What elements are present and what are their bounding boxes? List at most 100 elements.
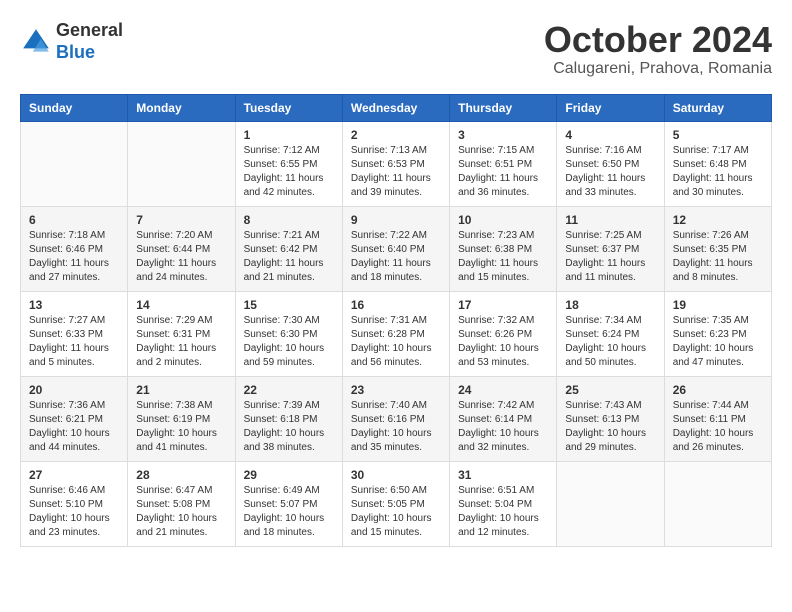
day-number: 22 xyxy=(244,383,334,397)
calendar-cell: 9 Sunrise: 7:22 AM Sunset: 6:40 PM Daylig… xyxy=(342,206,449,291)
cell-content: Sunrise: 6:46 AM Sunset: 5:10 PM Dayligh… xyxy=(29,484,119,540)
day-number: 6 xyxy=(29,213,119,227)
calendar-cell: 19 Sunrise: 7:35 AM Sunset: 6:23 PM Dayli… xyxy=(664,291,771,376)
day-number: 21 xyxy=(136,383,226,397)
calendar-week-row: 20 Sunrise: 7:36 AM Sunset: 6:21 PM Dayli… xyxy=(21,376,772,461)
calendar-cell: 10 Sunrise: 7:23 AM Sunset: 6:38 PM Dayli… xyxy=(450,206,557,291)
calendar-cell: 16 Sunrise: 7:31 AM Sunset: 6:28 PM Dayli… xyxy=(342,291,449,376)
calendar-cell: 24 Sunrise: 7:42 AM Sunset: 6:14 PM Dayli… xyxy=(450,376,557,461)
day-number: 19 xyxy=(673,298,763,312)
cell-content: Sunrise: 7:38 AM Sunset: 6:19 PM Dayligh… xyxy=(136,399,226,455)
calendar-cell: 14Sunrise: 7:29 AM Sunset: 6:31 PM Dayli… xyxy=(128,291,235,376)
calendar-cell xyxy=(664,461,771,546)
calendar-cell: 1Sunrise: 7:12 AM Sunset: 6:55 PM Daylig… xyxy=(235,121,342,206)
day-number: 28 xyxy=(136,468,226,482)
day-number: 30 xyxy=(351,468,441,482)
cell-content: Sunrise: 7:30 AM Sunset: 6:30 PM Dayligh… xyxy=(244,314,334,370)
calendar-table: SundayMondayTuesdayWednesdayThursdayFrid… xyxy=(20,94,772,547)
calendar-week-row: 1Sunrise: 7:12 AM Sunset: 6:55 PM Daylig… xyxy=(21,121,772,206)
day-number: 17 xyxy=(458,298,548,312)
calendar-cell: 25 Sunrise: 7:43 AM Sunset: 6:13 PM Dayli… xyxy=(557,376,664,461)
logo: General Blue xyxy=(20,20,123,63)
calendar-cell: 18Sunrise: 7:34 AM Sunset: 6:24 PM Dayli… xyxy=(557,291,664,376)
day-number: 11 xyxy=(565,213,655,227)
day-number: 24 xyxy=(458,383,548,397)
col-header-monday: Monday xyxy=(128,94,235,121)
cell-content: Sunrise: 7:43 AM Sunset: 6:13 PM Dayligh… xyxy=(565,399,655,455)
cell-content: Sunrise: 7:44 AM Sunset: 6:11 PM Dayligh… xyxy=(673,399,763,455)
cell-content: Sunrise: 7:23 AM Sunset: 6:38 PM Dayligh… xyxy=(458,229,548,285)
cell-content: Sunrise: 6:50 AM Sunset: 5:05 PM Dayligh… xyxy=(351,484,441,540)
cell-content: Sunrise: 7:20 AM Sunset: 6:44 PM Dayligh… xyxy=(136,229,226,285)
header-row: SundayMondayTuesdayWednesdayThursdayFrid… xyxy=(21,94,772,121)
calendar-cell: 31 Sunrise: 6:51 AM Sunset: 5:04 PM Dayli… xyxy=(450,461,557,546)
calendar-cell: 20 Sunrise: 7:36 AM Sunset: 6:21 PM Dayli… xyxy=(21,376,128,461)
day-number: 8 xyxy=(244,213,334,227)
title-block: October 2024 Calugareni, Prahova, Romani… xyxy=(544,20,772,78)
month-title: October 2024 xyxy=(544,20,772,60)
calendar-cell: 11 Sunrise: 7:25 AM Sunset: 6:37 PM Dayli… xyxy=(557,206,664,291)
calendar-cell: 30 Sunrise: 6:50 AM Sunset: 5:05 PM Dayli… xyxy=(342,461,449,546)
logo-text: General Blue xyxy=(56,20,123,63)
cell-content: Sunrise: 7:35 AM Sunset: 6:23 PM Dayligh… xyxy=(673,314,763,370)
calendar-cell: 15 Sunrise: 7:30 AM Sunset: 6:30 PM Dayli… xyxy=(235,291,342,376)
col-header-thursday: Thursday xyxy=(450,94,557,121)
calendar-cell: 7 Sunrise: 7:20 AM Sunset: 6:44 PM Daylig… xyxy=(128,206,235,291)
calendar-cell: 13Sunrise: 7:27 AM Sunset: 6:33 PM Dayli… xyxy=(21,291,128,376)
calendar-cell: 26Sunrise: 7:44 AM Sunset: 6:11 PM Dayli… xyxy=(664,376,771,461)
cell-content: Sunrise: 6:47 AM Sunset: 5:08 PM Dayligh… xyxy=(136,484,226,540)
calendar-cell: 21 Sunrise: 7:38 AM Sunset: 6:19 PM Dayli… xyxy=(128,376,235,461)
cell-content: Sunrise: 7:40 AM Sunset: 6:16 PM Dayligh… xyxy=(351,399,441,455)
col-header-sunday: Sunday xyxy=(21,94,128,121)
calendar-cell: 8 Sunrise: 7:21 AM Sunset: 6:42 PM Daylig… xyxy=(235,206,342,291)
cell-content: Sunrise: 7:36 AM Sunset: 6:21 PM Dayligh… xyxy=(29,399,119,455)
cell-content: Sunrise: 6:51 AM Sunset: 5:04 PM Dayligh… xyxy=(458,484,548,540)
day-number: 20 xyxy=(29,383,119,397)
day-number: 5 xyxy=(673,128,763,142)
calendar-cell: 22 Sunrise: 7:39 AM Sunset: 6:18 PM Dayli… xyxy=(235,376,342,461)
cell-content: Sunrise: 7:31 AM Sunset: 6:28 PM Dayligh… xyxy=(351,314,441,370)
day-number: 16 xyxy=(351,298,441,312)
cell-content: Sunrise: 7:25 AM Sunset: 6:37 PM Dayligh… xyxy=(565,229,655,285)
day-number: 2 xyxy=(351,128,441,142)
calendar-week-row: 27 Sunrise: 6:46 AM Sunset: 5:10 PM Dayli… xyxy=(21,461,772,546)
cell-content: Sunrise: 7:15 AM Sunset: 6:51 PM Dayligh… xyxy=(458,144,548,200)
calendar-cell: 12 Sunrise: 7:26 AM Sunset: 6:35 PM Dayli… xyxy=(664,206,771,291)
cell-content: Sunrise: 6:49 AM Sunset: 5:07 PM Dayligh… xyxy=(244,484,334,540)
cell-content: Sunrise: 7:16 AM Sunset: 6:50 PM Dayligh… xyxy=(565,144,655,200)
day-number: 25 xyxy=(565,383,655,397)
calendar-cell: 2Sunrise: 7:13 AM Sunset: 6:53 PM Daylig… xyxy=(342,121,449,206)
day-number: 27 xyxy=(29,468,119,482)
calendar-week-row: 6 Sunrise: 7:18 AM Sunset: 6:46 PM Daylig… xyxy=(21,206,772,291)
cell-content: Sunrise: 7:32 AM Sunset: 6:26 PM Dayligh… xyxy=(458,314,548,370)
day-number: 9 xyxy=(351,213,441,227)
day-number: 14 xyxy=(136,298,226,312)
location: Calugareni, Prahova, Romania xyxy=(544,60,772,78)
day-number: 12 xyxy=(673,213,763,227)
cell-content: Sunrise: 7:12 AM Sunset: 6:55 PM Dayligh… xyxy=(244,144,334,200)
cell-content: Sunrise: 7:39 AM Sunset: 6:18 PM Dayligh… xyxy=(244,399,334,455)
day-number: 7 xyxy=(136,213,226,227)
day-number: 10 xyxy=(458,213,548,227)
col-header-tuesday: Tuesday xyxy=(235,94,342,121)
cell-content: Sunrise: 7:22 AM Sunset: 6:40 PM Dayligh… xyxy=(351,229,441,285)
day-number: 31 xyxy=(458,468,548,482)
calendar-cell: 23Sunrise: 7:40 AM Sunset: 6:16 PM Dayli… xyxy=(342,376,449,461)
cell-content: Sunrise: 7:18 AM Sunset: 6:46 PM Dayligh… xyxy=(29,229,119,285)
calendar-cell: 3 Sunrise: 7:15 AM Sunset: 6:51 PM Daylig… xyxy=(450,121,557,206)
calendar-cell: 4Sunrise: 7:16 AM Sunset: 6:50 PM Daylig… xyxy=(557,121,664,206)
calendar-cell xyxy=(21,121,128,206)
col-header-wednesday: Wednesday xyxy=(342,94,449,121)
cell-content: Sunrise: 7:21 AM Sunset: 6:42 PM Dayligh… xyxy=(244,229,334,285)
cell-content: Sunrise: 7:26 AM Sunset: 6:35 PM Dayligh… xyxy=(673,229,763,285)
cell-content: Sunrise: 7:42 AM Sunset: 6:14 PM Dayligh… xyxy=(458,399,548,455)
day-number: 3 xyxy=(458,128,548,142)
day-number: 29 xyxy=(244,468,334,482)
day-number: 15 xyxy=(244,298,334,312)
calendar-cell: 27 Sunrise: 6:46 AM Sunset: 5:10 PM Dayli… xyxy=(21,461,128,546)
logo-icon xyxy=(20,26,52,58)
col-header-friday: Friday xyxy=(557,94,664,121)
calendar-cell: 29 Sunrise: 6:49 AM Sunset: 5:07 PM Dayli… xyxy=(235,461,342,546)
day-number: 18 xyxy=(565,298,655,312)
calendar-cell: 6 Sunrise: 7:18 AM Sunset: 6:46 PM Daylig… xyxy=(21,206,128,291)
